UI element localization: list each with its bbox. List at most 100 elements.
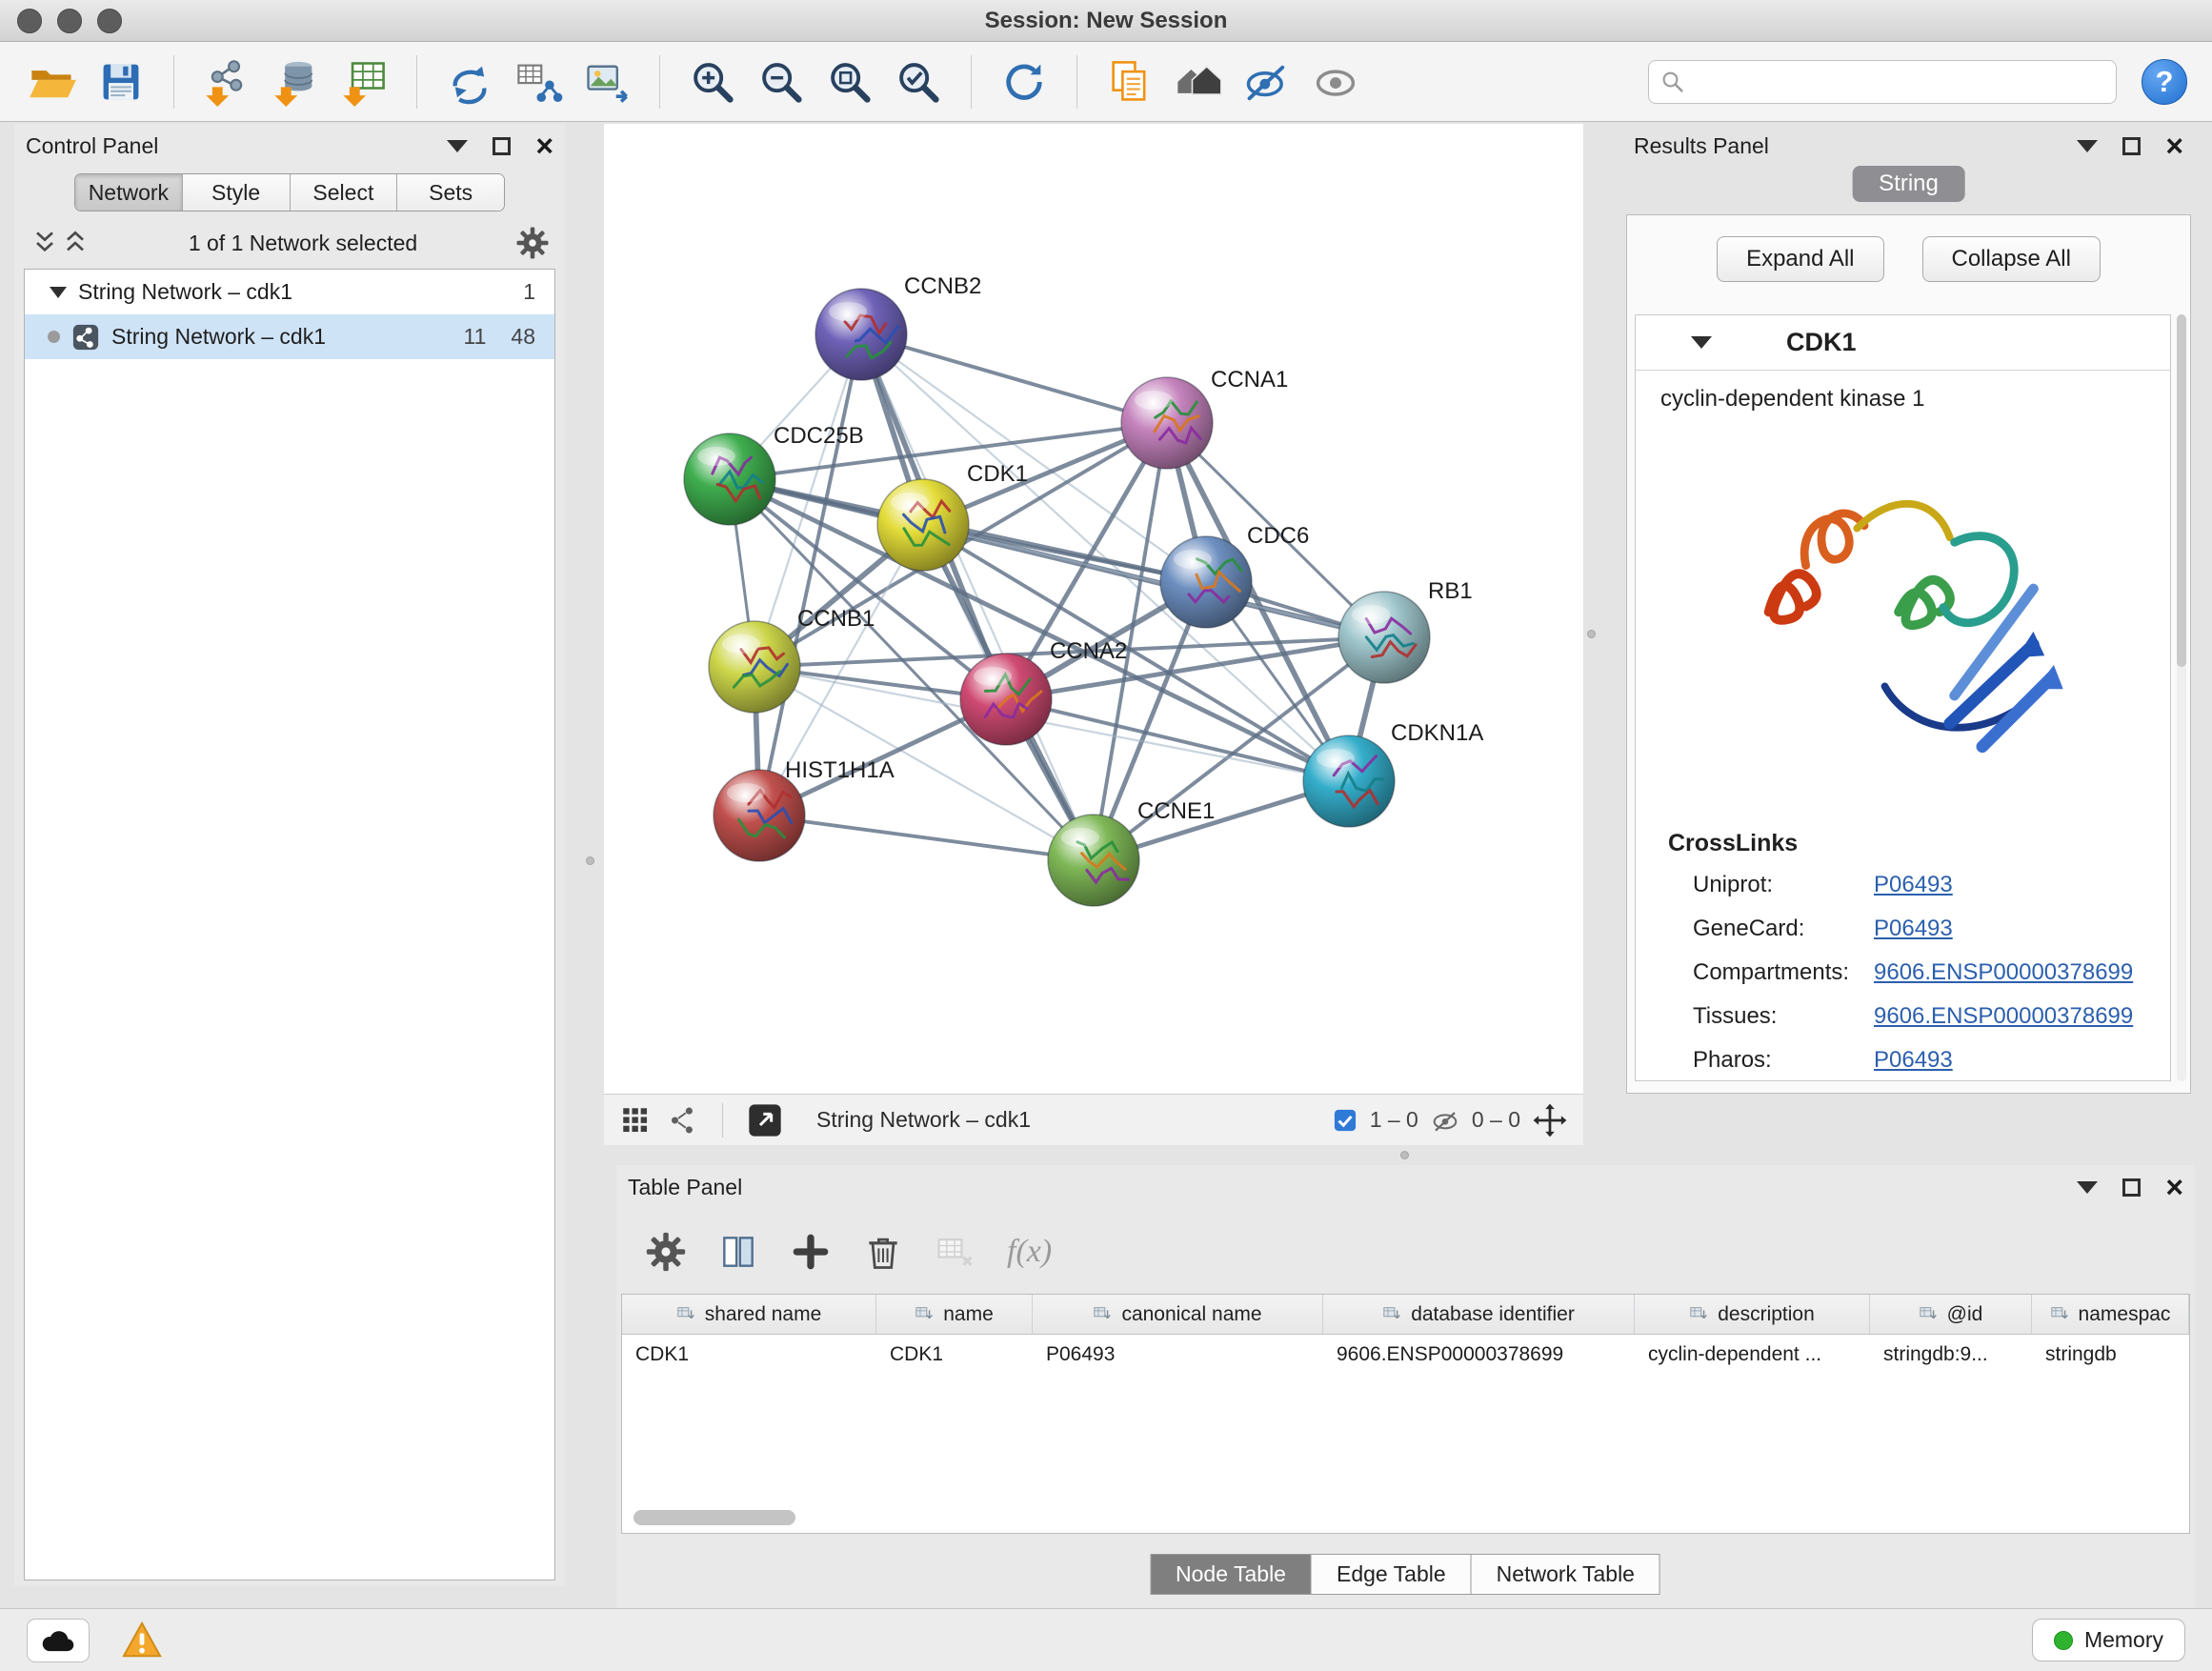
close-panel-icon[interactable]: × [535, 131, 553, 161]
network-node-CDK1[interactable] [877, 479, 969, 571]
toolbar-button-show-all[interactable] [1308, 54, 1363, 110]
network-row[interactable]: String Network – cdk1 11 48 [25, 314, 554, 359]
left-splitter-handle[interactable] [586, 856, 594, 865]
table-row[interactable]: CDK1CDK1P064939606.ENSP00000378699cyclin… [622, 1335, 2189, 1375]
toolbar-button-import-network-file[interactable] [199, 54, 254, 110]
double-chevron-up-icon[interactable] [60, 228, 90, 258]
expand-all-button[interactable]: Expand All [1717, 236, 1883, 282]
tab-style[interactable]: Style [183, 174, 291, 211]
right-splitter-handle[interactable] [1587, 630, 1596, 638]
delete-table-button[interactable] [935, 1231, 976, 1273]
search-box[interactable] [1648, 60, 2117, 104]
toolbar-button-refresh-layout[interactable] [996, 54, 1052, 110]
toolbar-button-zoom-in[interactable] [685, 54, 740, 110]
column-header-canonical-name[interactable]: canonical name [1033, 1295, 1323, 1334]
network-collection-row[interactable]: String Network – cdk1 1 [25, 270, 554, 314]
results-scrollbar[interactable] [2177, 314, 2186, 1081]
warning-icon[interactable] [120, 1619, 164, 1662]
grid-view-button[interactable] [619, 1104, 652, 1137]
memory-button[interactable]: Memory [2032, 1619, 2185, 1661]
toolbar-button-home[interactable] [1171, 54, 1226, 110]
network-edge-CDK1-RB1[interactable] [923, 525, 1384, 637]
section-caret-icon[interactable] [1691, 336, 1712, 349]
network-node-CDKN1A[interactable] [1303, 735, 1395, 827]
panel-menu-caret-icon[interactable] [2077, 1181, 2098, 1194]
network-node-RB1[interactable] [1338, 592, 1430, 683]
float-panel-icon[interactable] [2122, 137, 2141, 155]
tab-sets[interactable]: Sets [397, 174, 504, 211]
column-header-name[interactable]: name [876, 1295, 1033, 1334]
close-window-button[interactable] [17, 9, 42, 33]
table-options-gear-icon[interactable] [645, 1231, 687, 1273]
network-node-CCNE1[interactable] [1048, 815, 1139, 906]
column-header-namespac[interactable]: namespac [2032, 1295, 2189, 1334]
network-node-CCNB1[interactable] [709, 621, 800, 713]
panel-menu-caret-icon[interactable] [2077, 140, 2098, 152]
float-panel-icon[interactable] [493, 137, 511, 155]
crosslink-value-link[interactable]: P06493 [1874, 916, 1953, 942]
toolbar-button-zoom-out[interactable] [754, 54, 809, 110]
network-node-CDC25B[interactable] [684, 433, 775, 525]
crosslink-value-link[interactable]: P06493 [1874, 872, 1953, 898]
column-header-description[interactable]: description [1635, 1295, 1870, 1334]
help-button[interactable]: ? [2142, 59, 2187, 105]
panel-menu-caret-icon[interactable] [447, 140, 468, 152]
pan-crosshair-icon[interactable] [1532, 1102, 1568, 1138]
cloud-button[interactable] [27, 1619, 90, 1662]
network-edge-CCNB2-HIST1H1A[interactable] [759, 334, 861, 815]
add-column-button[interactable] [790, 1231, 832, 1273]
column-header-shared-name[interactable]: shared name [622, 1295, 876, 1334]
network-edge-HIST1H1A-CCNE1[interactable] [759, 815, 1094, 860]
table-horizontal-scrollbar[interactable] [633, 1510, 795, 1525]
network-node-HIST1H1A[interactable] [714, 770, 805, 861]
network-node-CCNA2[interactable] [960, 654, 1052, 745]
toolbar-button-export-image[interactable] [579, 54, 634, 110]
gene-section-header[interactable]: CDK1 [1636, 315, 2170, 371]
double-chevron-down-icon[interactable] [30, 228, 60, 258]
toolbar-button-import-network-database[interactable] [268, 54, 323, 110]
toolbar-button-new-network[interactable] [442, 54, 497, 110]
toolbar-button-open-session[interactable] [25, 54, 80, 110]
birdseye-view-button[interactable] [667, 1104, 699, 1137]
bottom-splitter-handle[interactable] [1400, 1151, 1409, 1159]
delete-column-button[interactable] [862, 1231, 904, 1273]
tab-string[interactable]: String [1852, 166, 1965, 202]
collapse-caret-icon[interactable] [50, 287, 67, 298]
tab-select[interactable]: Select [291, 174, 398, 211]
search-input[interactable] [1695, 70, 2106, 94]
toolbar-button-hide-selected[interactable] [1239, 54, 1295, 110]
network-node-CCNA1[interactable] [1121, 377, 1213, 469]
column-header--id[interactable]: @id [1870, 1295, 2032, 1334]
collapse-all-button[interactable]: Collapse All [1922, 236, 2101, 282]
network-edge-CCNB2-CCNA1[interactable] [861, 334, 1167, 423]
selected-checkbox-icon[interactable] [1332, 1107, 1358, 1134]
network-edge-CCNB2-CCNE1[interactable] [861, 334, 1094, 860]
network-node-CDC6[interactable] [1160, 536, 1252, 628]
network-node-CCNB2[interactable] [815, 289, 907, 380]
zoom-window-button[interactable] [97, 9, 122, 33]
tab-edge-table[interactable]: Edge Table [1311, 1554, 1472, 1595]
toolbar-button-import-table[interactable] [336, 54, 392, 110]
close-panel-icon[interactable]: × [2165, 1172, 2183, 1202]
toolbar-button-network-from-table[interactable] [511, 54, 566, 110]
column-header-database-identifier[interactable]: database identifier [1323, 1295, 1635, 1334]
crosslink-value-link[interactable]: 9606.ENSP00000378699 [1874, 959, 2133, 986]
toolbar-button-save-session[interactable] [93, 54, 149, 110]
export-network-view-button[interactable] [746, 1101, 784, 1139]
title-bar: Session: New Session [0, 0, 2212, 42]
toolbar-button-duplicate-document[interactable] [1102, 54, 1157, 110]
toolbar-button-zoom-fit[interactable] [822, 54, 877, 110]
network-canvas[interactable]: CCNB2CCNA1CDC25BCDK1CDC6RB1CCNB1CCNA2CDK… [604, 124, 1583, 1094]
tab-network[interactable]: Network [75, 174, 183, 211]
toolbar-button-zoom-selected[interactable] [891, 54, 946, 110]
function-builder-button[interactable]: f(x) [1007, 1234, 1052, 1270]
crosslink-value-link[interactable]: 9606.ENSP00000378699 [1874, 1003, 2133, 1030]
minimize-window-button[interactable] [57, 9, 82, 33]
crosslink-value-link[interactable]: P06493 [1874, 1047, 1953, 1074]
close-panel-icon[interactable]: × [2165, 131, 2183, 161]
tab-network-table[interactable]: Network Table [1471, 1554, 1660, 1595]
tab-node-table[interactable]: Node Table [1150, 1554, 1312, 1595]
float-panel-icon[interactable] [2122, 1178, 2141, 1197]
show-columns-button[interactable] [717, 1231, 759, 1273]
network-options-gear-icon[interactable] [515, 226, 550, 260]
